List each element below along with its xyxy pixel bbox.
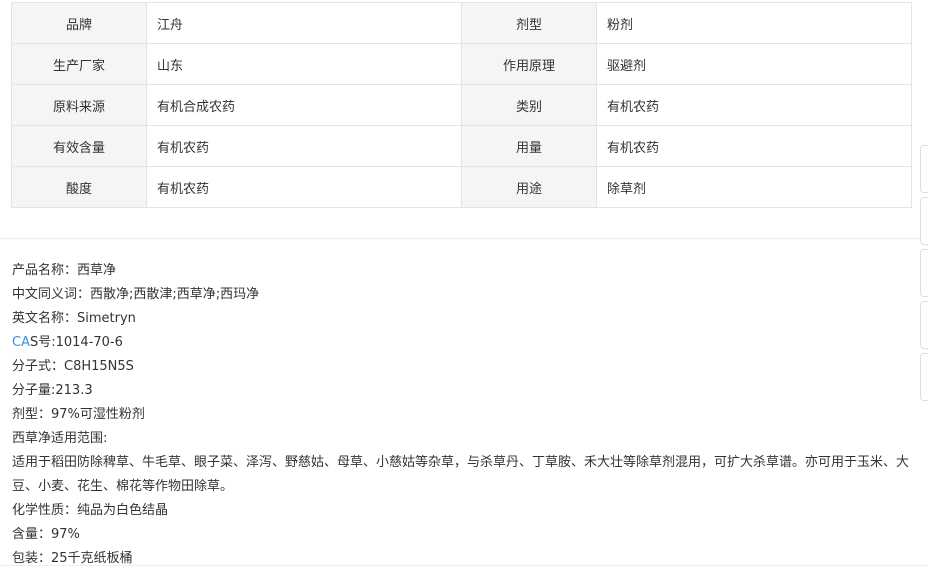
spec-value-acidity: 有机农药: [146, 166, 462, 208]
spec-label-manufacturer: 生产厂家: [11, 43, 147, 85]
spec-label-brand: 品牌: [11, 2, 147, 44]
side-tab-1[interactable]: [920, 145, 928, 193]
chem-props-line: 化学性质：纯品为白色结晶: [12, 503, 169, 518]
table-row: 生产厂家 山东 作用原理 驱避剂: [11, 43, 912, 85]
spec-table: 品牌 江舟 剂型 粉剂 生产厂家 山东 作用原理 驱避剂 原料来源 有机合成农药…: [11, 2, 912, 208]
dosage-form-line: 剂型：97%可湿性粉剂: [12, 407, 145, 422]
scope-text: 适用于稻田防除稗草、牛毛草、眼子菜、泽泻、野慈姑、母草、小慈姑等杂草，与杀草丹、…: [12, 455, 910, 494]
spec-value-content: 有机农药: [146, 125, 462, 167]
cas-number: S号:1014-70-6: [29, 335, 123, 350]
side-tab-5[interactable]: [920, 353, 928, 401]
spec-label-dosage: 用量: [461, 125, 597, 167]
formula-line: 分子式：C8H15N5S: [12, 359, 134, 374]
side-tab-2[interactable]: [920, 197, 928, 245]
mol-weight-line: 分子量:213.3: [12, 383, 93, 398]
spec-value-source: 有机合成农药: [146, 84, 462, 126]
spec-label-source: 原料来源: [11, 84, 147, 126]
table-row: 酸度 有机农药 用途 除草剂: [11, 166, 912, 208]
section-divider: [0, 238, 928, 239]
spec-label-usage: 用途: [461, 166, 597, 208]
product-name-line: 产品名称：西草净: [12, 263, 117, 278]
side-tab-4[interactable]: [920, 301, 928, 349]
side-tab-3[interactable]: [920, 249, 928, 297]
product-description: 产品名称：西草净 中文同义词：西散净;西散津;西草净;西玛净 英文名称：Sime…: [12, 259, 912, 568]
spec-value-brand: 江舟: [146, 2, 462, 44]
spec-label-acidity: 酸度: [11, 166, 147, 208]
content-line: 含量：97%: [12, 527, 80, 542]
cn-synonyms-line: 中文同义词：西散净;西散津;西草净;西玛净: [12, 287, 260, 302]
table-row: 有效含量 有机农药 用量 有机农药: [11, 125, 912, 167]
table-row: 品牌 江舟 剂型 粉剂: [11, 2, 912, 44]
cas-link[interactable]: CA: [12, 335, 30, 350]
spec-value-dosage: 有机农药: [596, 125, 912, 167]
product-detail-page: 品牌 江舟 剂型 粉剂 生产厂家 山东 作用原理 驱避剂 原料来源 有机合成农药…: [0, 0, 928, 568]
spec-value-usage: 除草剂: [596, 166, 912, 208]
cas-line: CAS号:1014-70-6: [12, 331, 912, 355]
spec-label-formulation: 剂型: [461, 2, 597, 44]
en-name-line: 英文名称：Simetryn: [12, 311, 136, 326]
spec-label-category: 类别: [461, 84, 597, 126]
spec-label-mechanism: 作用原理: [461, 43, 597, 85]
bottom-divider: [0, 565, 928, 566]
spec-value-mechanism: 驱避剂: [596, 43, 912, 85]
table-row: 原料来源 有机合成农药 类别 有机农药: [11, 84, 912, 126]
spec-value-formulation: 粉剂: [596, 2, 912, 44]
spec-value-manufacturer: 山东: [146, 43, 462, 85]
scope-title: 西草净适用范围:: [12, 431, 108, 446]
spec-label-content: 有效含量: [11, 125, 147, 167]
spec-value-category: 有机农药: [596, 84, 912, 126]
floating-side-toolbar: [920, 145, 928, 405]
